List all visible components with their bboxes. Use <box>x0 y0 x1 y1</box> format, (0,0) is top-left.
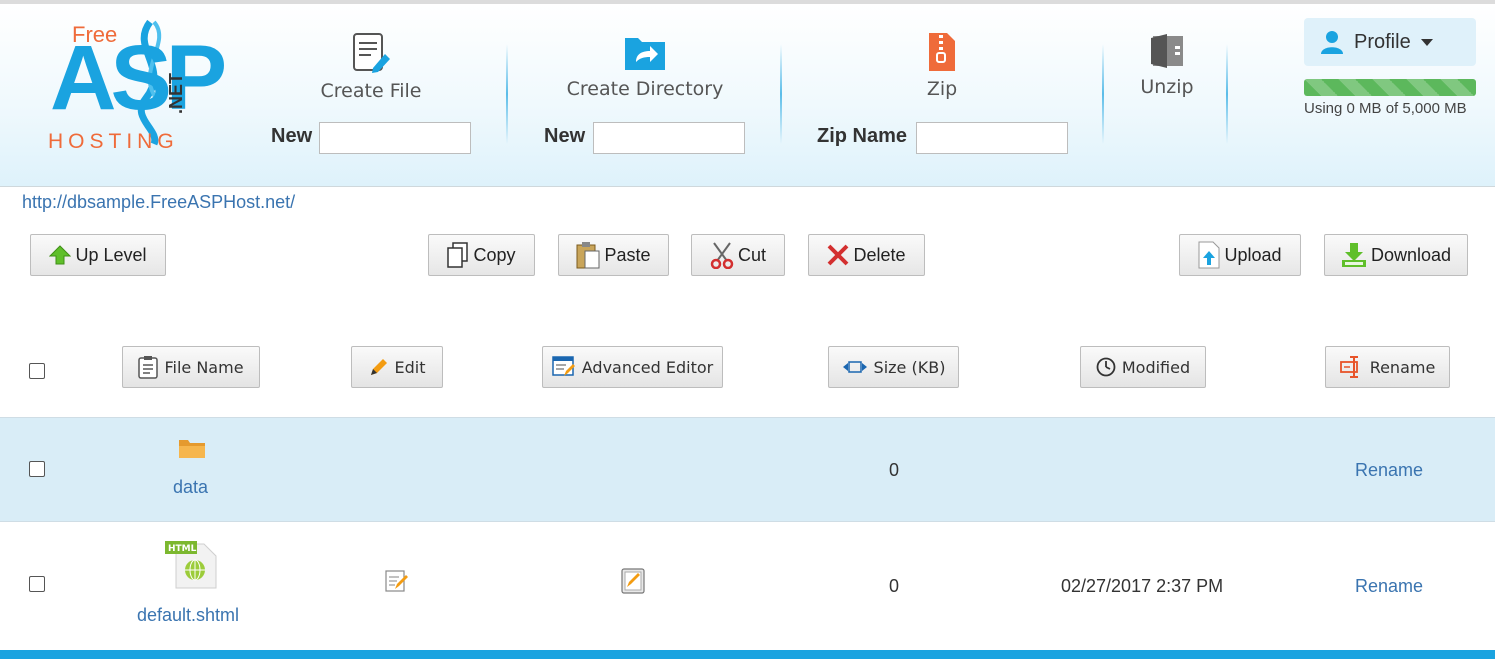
divider <box>1226 44 1228 144</box>
new-directory-input[interactable] <box>593 122 745 154</box>
profile-dropdown[interactable]: Profile <box>1304 18 1476 66</box>
cut-button[interactable]: Cut <box>691 234 785 276</box>
paste-button[interactable]: Paste <box>558 234 669 276</box>
create-directory-label: Create Directory <box>566 78 724 100</box>
svg-text:HTML: HTML <box>168 544 197 554</box>
zip-tool[interactable]: Zip <box>912 32 972 100</box>
cut-label: Cut <box>737 244 766 265</box>
create-file-icon <box>353 33 390 73</box>
scissors-icon <box>710 242 734 269</box>
edit-header-label: Edit <box>394 357 426 377</box>
delete-label: Delete <box>853 244 906 265</box>
file-modified: 02/27/2017 2:37 PM <box>1061 576 1224 596</box>
advanced-edit-file-icon[interactable] <box>621 568 645 594</box>
rename-link[interactable]: Rename <box>1355 576 1423 597</box>
unzip-icon <box>1151 34 1183 68</box>
file-name-header-label: File Name <box>164 357 244 377</box>
divider <box>780 44 782 144</box>
create-directory-tool[interactable]: Create Directory <box>566 32 724 100</box>
rename-header-label: Rename <box>1369 357 1436 377</box>
upload-label: Upload <box>1224 244 1282 265</box>
download-label: Download <box>1370 244 1452 265</box>
delete-x-icon <box>828 244 849 266</box>
paste-icon <box>576 242 600 269</box>
delete-button[interactable]: Delete <box>808 234 925 276</box>
new-file-label: New <box>271 125 313 147</box>
logo-hosting-text: HOSTING <box>48 130 179 153</box>
html-file-icon[interactable]: HTML <box>164 540 218 590</box>
rename-icon <box>1339 356 1358 378</box>
up-level-button[interactable]: Up Level <box>30 234 166 276</box>
file-size: 0 <box>889 460 900 480</box>
unzip-label: Unzip <box>1140 76 1194 98</box>
up-level-label: Up Level <box>75 244 147 265</box>
paste-label: Paste <box>604 244 651 265</box>
upload-icon <box>1198 241 1220 269</box>
row-checkbox[interactable] <box>29 576 45 592</box>
logo-asp-text: ASP <box>50 27 227 129</box>
clipboard-icon <box>138 356 159 379</box>
up-arrow-icon <box>49 245 72 265</box>
modified-header-label: Modified <box>1121 357 1191 377</box>
rename-column-header[interactable]: Rename <box>1325 346 1450 388</box>
zip-name-input[interactable] <box>916 122 1068 154</box>
logo-net-text: .NET <box>166 72 186 114</box>
divider <box>1102 44 1104 144</box>
download-icon <box>1341 243 1366 267</box>
file-name-link[interactable]: data <box>173 477 208 498</box>
storage-usage-bar <box>1304 79 1476 96</box>
zip-label: Zip <box>926 78 958 100</box>
table-row: HTML default.shtml 0 02/27/2017 2:37 PM … <box>0 522 1495 650</box>
size-header-label: Size (KB) <box>873 357 946 377</box>
zip-name-label: Zip Name <box>817 125 908 147</box>
unzip-tool[interactable]: Unzip <box>1134 32 1200 98</box>
download-button[interactable]: Download <box>1324 234 1468 276</box>
advanced-editor-column-header[interactable]: Advanced Editor <box>542 346 723 388</box>
clock-icon <box>1096 357 1116 377</box>
edit-column-header[interactable]: Edit <box>351 346 443 388</box>
sort-file-name-button[interactable]: File Name <box>122 346 260 388</box>
new-directory-label: New <box>544 125 586 147</box>
sort-modified-button[interactable]: Modified <box>1080 346 1206 388</box>
divider <box>506 44 508 144</box>
footer-bar <box>0 650 1495 659</box>
table-row: data 0 Rename <box>0 417 1495 522</box>
create-file-label: Create File <box>320 80 422 102</box>
new-file-input[interactable] <box>319 122 471 154</box>
file-size: 0 <box>889 576 900 596</box>
advanced-editor-header-label: Advanced Editor <box>581 357 714 377</box>
user-icon <box>1321 31 1343 54</box>
copy-label: Copy <box>473 244 516 265</box>
header: Free ASP HOSTING .NET Create File New Cr… <box>0 4 1495 187</box>
logo: Free ASP HOSTING .NET <box>40 18 227 158</box>
pencil-icon <box>370 359 387 375</box>
rename-link[interactable]: Rename <box>1355 460 1423 481</box>
profile-label: Profile <box>1354 30 1411 53</box>
advanced-editor-icon <box>552 356 575 376</box>
resize-icon <box>842 361 867 373</box>
select-all-checkbox[interactable] <box>29 363 45 379</box>
create-directory-icon <box>625 38 665 70</box>
zip-file-icon <box>929 33 955 71</box>
copy-button[interactable]: Copy <box>428 234 535 276</box>
row-checkbox[interactable] <box>29 461 45 477</box>
sort-size-button[interactable]: Size (KB) <box>828 346 959 388</box>
upload-button[interactable]: Upload <box>1179 234 1301 276</box>
site-url-link[interactable]: http://dbsample.FreeASPHost.net/ <box>22 192 295 213</box>
create-file-tool[interactable]: Create File <box>312 32 430 102</box>
file-name-link[interactable]: default.shtml <box>137 605 239 626</box>
caret-down-icon <box>1420 38 1433 46</box>
copy-icon <box>447 242 469 268</box>
folder-icon[interactable] <box>178 437 206 459</box>
edit-file-icon[interactable] <box>385 569 409 593</box>
storage-usage-text: Using 0 MB of 5,000 MB <box>1304 100 1467 117</box>
